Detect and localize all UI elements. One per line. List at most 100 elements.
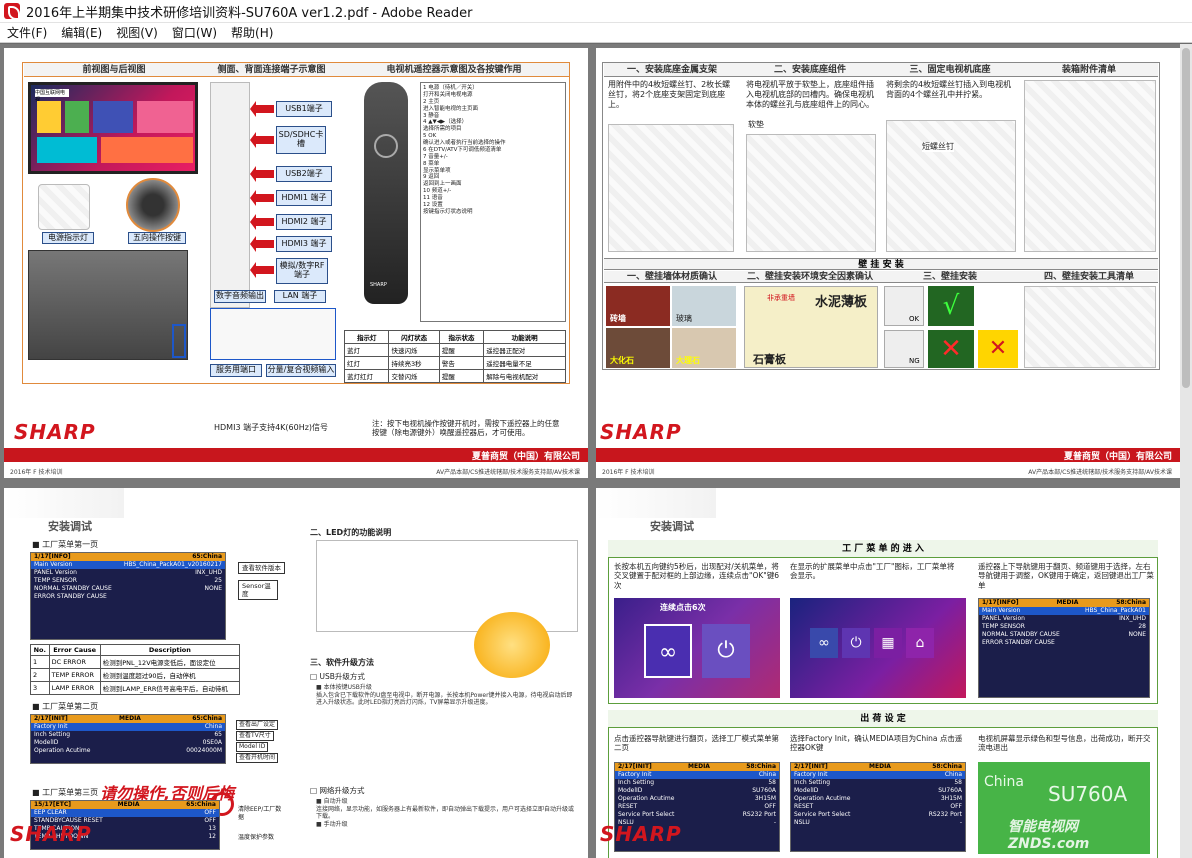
- rf-label: 模拟/数字RF端子: [276, 258, 328, 284]
- check-mark-icon: √: [928, 286, 974, 326]
- ng-label: NG: [909, 357, 920, 365]
- factory-step-3: 遥控器上下导航键用于翻页、频道键用于选择，左右导航键用于调整，OK键用于确定，返…: [978, 562, 1154, 590]
- pair-icon: ∞: [644, 624, 692, 678]
- tile-2: [65, 101, 89, 133]
- watermark: 智能电视网 ZNDS.com: [1008, 819, 1090, 852]
- joystick-closeup: [126, 178, 180, 232]
- led-title: 二、LED灯的功能说明: [310, 528, 392, 537]
- pdf-page-3: 安装调试 ■ 工厂菜单第一页 1/17[INFO] 65:China Main V…: [4, 488, 588, 858]
- adobe-reader-icon: [4, 3, 20, 20]
- led-col-status: 指示状态: [438, 330, 485, 344]
- document-viewport[interactable]: 前视图与后视图 侧面、背面连接端子示意图 电视机遥控器示意图及各按键作用 中国互…: [0, 44, 1192, 858]
- footer-right: AV产品本部/CS推进统辖部/技术服务支持部/AV技术课: [436, 469, 580, 476]
- scrollbar-thumb[interactable]: [1182, 48, 1190, 388]
- menu-file[interactable]: 文件(F): [0, 23, 54, 43]
- led-col-state: 闪灯状态: [388, 330, 440, 344]
- marble-wall-photo: 大理石: [672, 328, 736, 368]
- menu1-label-sensor: Sensor温度: [238, 580, 278, 601]
- remote-dpad: [374, 134, 398, 158]
- page4-title: 安装调试: [650, 520, 694, 533]
- vertical-scrollbar[interactable]: [1180, 44, 1192, 858]
- fossil-label: 大化石: [610, 356, 634, 365]
- usb-upgrade-desc: ■ 本体按键USB升级 插入包含已下载软件的U盘至电视中，断开电源，长按本机Pow…: [316, 684, 573, 706]
- stand-assembly-text: 将电视机平放于软垫上，底座组件插入电视机底部的凹槽内。确保电视机本体的螺丝孔与底…: [746, 80, 874, 109]
- hdmi2-arrow: [250, 214, 274, 230]
- menu3-label-0: 清除EEP/工厂数据: [238, 806, 282, 821]
- pair-icon: ∞: [810, 628, 838, 658]
- fix-stand-text: 将剩余的4枚短螺丝钉插入到电视机背面的4个螺丝孔中并拧紧。: [886, 80, 1012, 99]
- usb2-label: USB2端子: [276, 166, 332, 182]
- brick-label: 砖墙: [610, 314, 626, 323]
- net-upgrade-desc: ■ 自动升级 连接网络，显示功能，如服务器上有最新软件，即自动弹出下载提示，用户可…: [316, 798, 575, 828]
- menu3-label-1: 温度保护参数: [238, 834, 275, 841]
- shipping-step-2: 选择Factory Init，确认MEDIA项目为China 点击遥控器OK键: [790, 734, 963, 753]
- warning-cross-icon: ✕: [978, 330, 1018, 368]
- title-bar: 2016年上半期集中技术研修培训资料-SU760A ver1.2.pdf - A…: [0, 0, 1192, 23]
- power-led-label: 电源指示灯: [42, 232, 94, 244]
- hdmi2-label: HDMI2 端子: [276, 214, 332, 230]
- footer-left: 2016年 F 技术培训: [10, 469, 63, 476]
- gypsum-label: 石膏板: [753, 353, 786, 366]
- fossil-wall-photo: 大化石: [606, 328, 670, 368]
- sd-label: SD/SDHC卡槽: [276, 126, 326, 154]
- rear-port-panel: [210, 308, 336, 360]
- hdmi3-arrow: [250, 236, 274, 252]
- company-name: 夏普商贸（中国）有限公司: [1063, 452, 1172, 462]
- factory-menu-page-1: 1/17[INFO] 65:China Main Version HBS_China…: [30, 552, 226, 640]
- tv-logo: 中国互联网电视: [35, 89, 69, 103]
- menu-help[interactable]: 帮助(H): [224, 23, 280, 43]
- menu-window[interactable]: 窗口(W): [165, 23, 224, 43]
- factory-step-2: 在显示的扩展菜单中点击"工厂"图标，工厂菜单将会显示。: [790, 562, 955, 581]
- remote-function-list: 1 电源（待机／开关） 打开和关闭电视电源 2 主页 进入智能电视的主页面 3 静音 4 …: [420, 82, 566, 322]
- cross-mark-icon: ✕: [928, 330, 974, 368]
- tile-3: [93, 101, 133, 133]
- menu-edit[interactable]: 编辑(E): [54, 23, 109, 43]
- power-led-closeup: [38, 184, 90, 230]
- menu-view[interactable]: 视图(V): [109, 23, 165, 43]
- usb2-arrow: [250, 166, 274, 182]
- extended-menu-screenshot: ∞ ⏻ ▦ ⌂: [790, 598, 966, 698]
- glass-wall-photo: 玻璃: [672, 286, 736, 326]
- tile-4: [137, 101, 193, 133]
- pdf-page-2: 一、安装底座金属支架 二、安装底座组件 三、固定电视机底座 装箱附件清单 用附件…: [596, 48, 1180, 478]
- short-screw-label: 短螺丝钉: [922, 142, 954, 152]
- accessories-sketch: [1024, 80, 1156, 252]
- green-screen-model: SU760A: [1048, 782, 1128, 806]
- company-name: 夏普商贸（中国）有限公司: [471, 452, 580, 462]
- remote-header: 电视机遥控器示意图及各按键作用: [339, 63, 569, 77]
- marble-label: 大理石: [676, 356, 700, 365]
- hdmi3-label: HDMI3 端子: [276, 236, 332, 252]
- window-title: 2016年上半期集中技术研修培训资料-SU760A ver1.2.pdf - A…: [26, 5, 473, 21]
- optical-label: 数字音频输出: [214, 290, 266, 303]
- service-port-label: 服务用端口: [210, 364, 262, 377]
- factory-step-1: 长按本机五向键约5秒后，出现配对/关机菜单，将交叉键置于配对框的上部边缘，连续点…: [614, 562, 779, 590]
- page3-title: 安装调试: [48, 520, 92, 533]
- home-icon: ⌂: [906, 628, 934, 658]
- footer-right: AV产品本部/CS推进统辖部/技术服务支持部/AV技术课: [1028, 469, 1172, 476]
- sharp-logo-p3: SHARP: [10, 822, 92, 846]
- click-six-times-label: 连续点击6次: [660, 603, 706, 612]
- accessories-header: 装箱附件清单: [1020, 63, 1158, 77]
- soft-pad-label: 软垫: [748, 120, 764, 129]
- led-col-desc: 功能说明: [483, 330, 566, 344]
- lan-label: LAN 端子: [274, 290, 326, 303]
- usb1-label: USB1端子: [276, 101, 332, 117]
- front-back-view-header: 前视图与后视图: [24, 63, 204, 77]
- usb1-arrow: [250, 101, 274, 117]
- factory-icon: ▦: [874, 628, 902, 658]
- sharp-logo-p4: SHARP: [600, 822, 682, 846]
- pdf-page-4: 安装调试 工 厂 菜 单 的 进 入 长按本机五向键约5秒后，出现配对/关机菜单…: [596, 488, 1180, 858]
- fix-stand-sketch: [886, 120, 1016, 252]
- title-banner: [596, 488, 716, 518]
- assembly-sketch: [746, 134, 876, 252]
- nonbearing-label: 非承重墙: [767, 294, 795, 302]
- menu2-label-3: 查看开机时间: [236, 753, 279, 763]
- power-icon: ⏻: [842, 628, 870, 658]
- wall-tools-header: 四、壁挂安装工具清单: [1020, 271, 1158, 283]
- remote-image: SHARP: [364, 82, 408, 304]
- pdf-page-1: 前视图与后视图 侧面、背面连接端子示意图 电视机遥控器示意图及各按键作用 中国互…: [4, 48, 588, 478]
- wall-mount-title: 壁 挂 安 装: [604, 258, 1158, 270]
- joystick-label: 五向操作按键: [128, 232, 186, 244]
- sharp-logo: SHARP: [14, 420, 96, 444]
- factory-menu-screenshot: 1/17[INFO] MEDIA 58:China Main Version HBS_…: [978, 598, 1150, 698]
